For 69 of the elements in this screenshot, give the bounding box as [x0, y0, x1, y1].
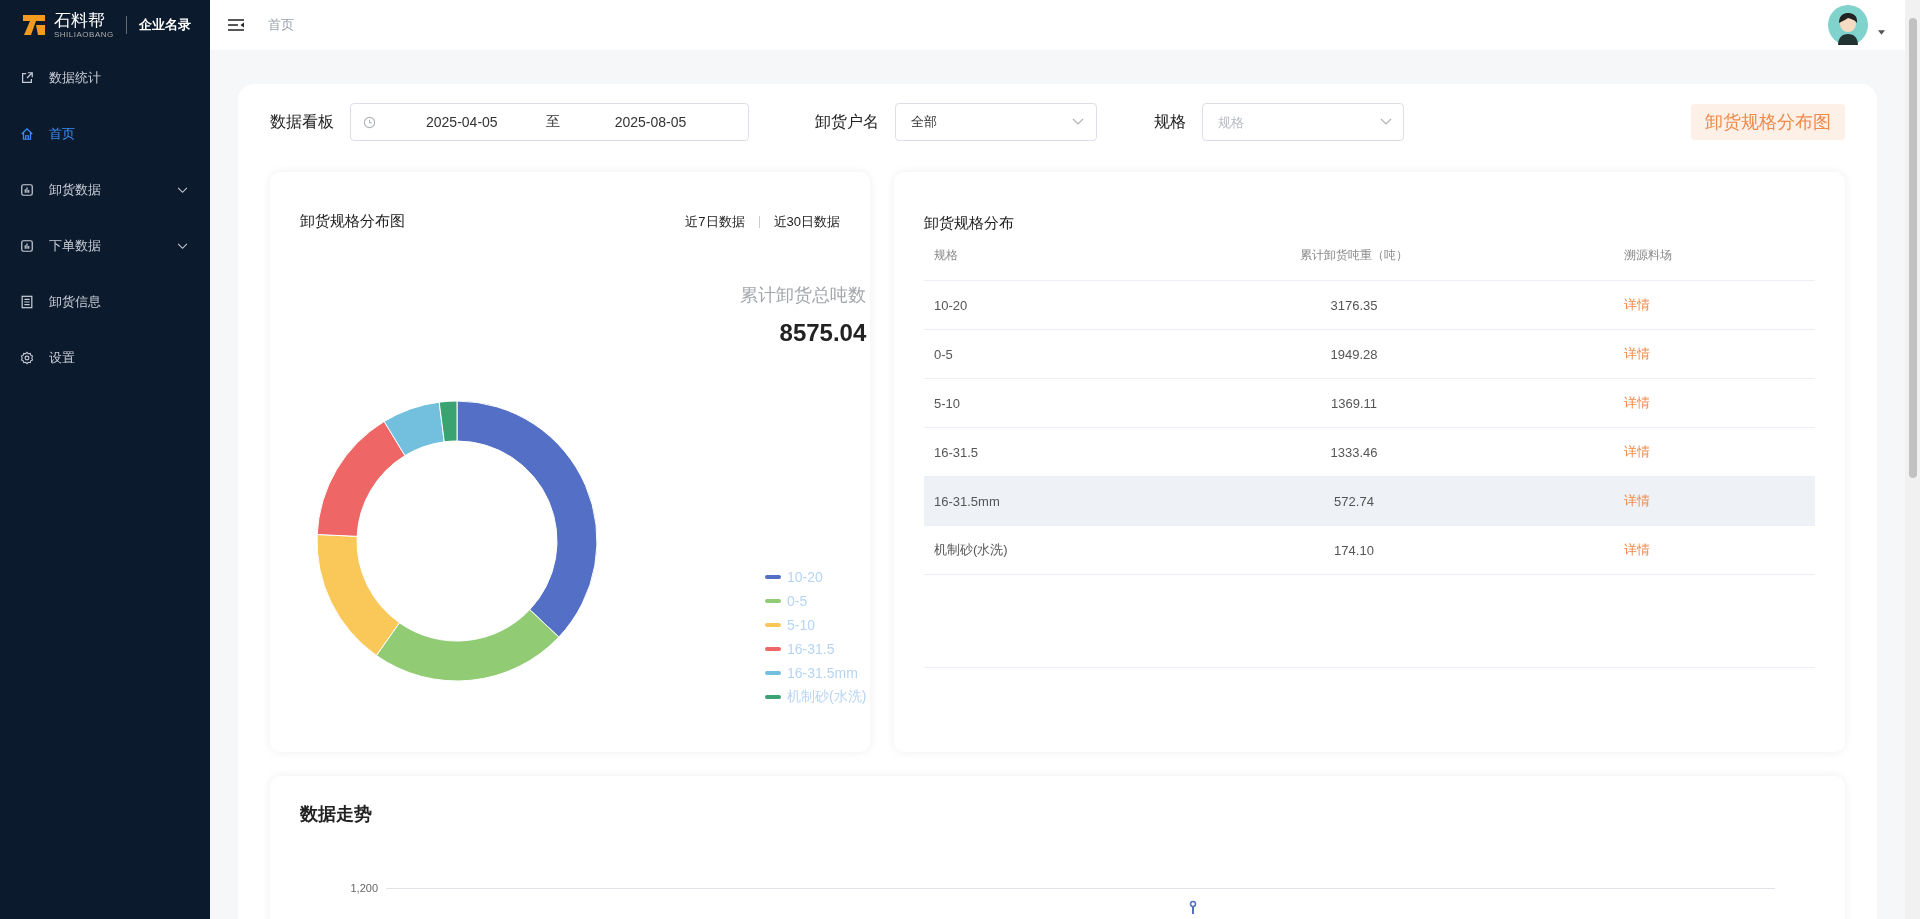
home-icon [20, 127, 34, 141]
logo-icon [22, 13, 46, 37]
table-cell-text: 174.10 [1333, 542, 1375, 558]
table-cell-text: 16-31.5 [933, 444, 980, 460]
settings-icon [20, 351, 34, 365]
filter-label: 规格 [1154, 111, 1186, 132]
chevron-down-icon [1380, 118, 1392, 126]
details-link[interactable]: 详情 [1624, 395, 1650, 410]
legend-label[interactable]: 机制砂(水洗) [787, 688, 867, 706]
scrollbar[interactable] [1905, 0, 1920, 919]
filter-label: 数据看板 [270, 111, 334, 132]
axis-tick-label: 1,200 [349, 882, 378, 894]
details-link[interactable]: 详情 [1624, 493, 1650, 508]
brand-subtitle: SHILIAOBANG [54, 30, 114, 39]
date-range-field[interactable]: 2025-04-05 至 2025-08-05 [350, 103, 749, 141]
card-title: 数据走势 [300, 804, 372, 824]
chart-icon [20, 183, 34, 197]
column-header: 累计卸货吨重（吨） [1299, 247, 1409, 264]
chevron-down-icon [177, 186, 188, 194]
table-cell-text: 1369.11 [1330, 395, 1378, 411]
table-cell-text: 572.74 [1333, 493, 1375, 509]
company-name: 企业名录 [138, 16, 191, 34]
clock-icon [363, 115, 376, 129]
chevron-down-icon [1072, 118, 1084, 126]
sidebar-item[interactable]: 设置 [0, 330, 210, 386]
legend-label[interactable]: 5-10 [787, 617, 816, 633]
data-point-drawing [1189, 900, 1197, 914]
unloader-select[interactable]: 全部 [895, 103, 1097, 141]
external-link-icon [20, 71, 34, 85]
legend-label[interactable]: 0-5 [787, 593, 808, 609]
breadcrumb[interactable]: 首页 [268, 16, 294, 34]
document-icon [20, 295, 34, 309]
legend-label[interactable]: 10-20 [787, 569, 823, 585]
caret-down-icon[interactable] [1878, 29, 1885, 35]
column-header: 规格 [933, 247, 959, 264]
legend-label[interactable]: 16-31.5 [787, 641, 835, 657]
sidebar-item[interactable]: 卸货信息 [0, 274, 210, 330]
card-title: 卸货规格分布图 [300, 212, 405, 231]
table-cell-text: 机制砂(水洗) [933, 541, 1009, 559]
sidebar-item[interactable]: 卸货数据 [0, 162, 210, 218]
total-label: 累计卸货总吨数 [740, 284, 867, 307]
column-header: 溯源料场 [1623, 247, 1672, 264]
spec-select[interactable]: 规格 [1202, 103, 1404, 141]
filter-label: 卸货户名 [815, 111, 879, 132]
sidebar-item[interactable]: 下单数据 [0, 218, 210, 274]
table-cell-text: 1949.28 [1329, 346, 1379, 362]
table-cell-text: 1333.46 [1329, 444, 1379, 460]
distribution-chart-button[interactable]: 卸货规格分布图 [1691, 104, 1845, 140]
range-link[interactable]: 近30日数据 [773, 212, 840, 231]
sidebar-item[interactable]: 数据统计 [0, 50, 210, 106]
chart-icon [20, 239, 34, 253]
table-cell-text: 3176.35 [1329, 297, 1379, 313]
chevron-down-icon [177, 242, 188, 250]
table-cell-text: 16-31.5mm [933, 493, 1001, 509]
brand-name: 石料帮 [54, 11, 106, 29]
details-link[interactable]: 详情 [1624, 444, 1650, 459]
card-title: 卸货规格分布 [924, 214, 1015, 233]
details-link[interactable]: 详情 [1624, 542, 1650, 557]
legend-label[interactable]: 16-31.5mm [787, 665, 858, 681]
total-value: 8575.04 [779, 319, 867, 347]
table-cell-text: 0-5 [933, 346, 954, 362]
table-cell-text: 5-10 [933, 395, 962, 411]
details-link[interactable]: 详情 [1624, 346, 1650, 361]
avatar-icon[interactable] [1828, 5, 1868, 45]
range-link[interactable]: 近7日数据 [685, 212, 745, 231]
details-link[interactable]: 详情 [1624, 297, 1650, 312]
menu-fold-icon[interactable] [228, 19, 244, 31]
table-cell-text: 10-20 [933, 297, 969, 313]
sidebar-item[interactable]: 首页 [0, 106, 210, 162]
